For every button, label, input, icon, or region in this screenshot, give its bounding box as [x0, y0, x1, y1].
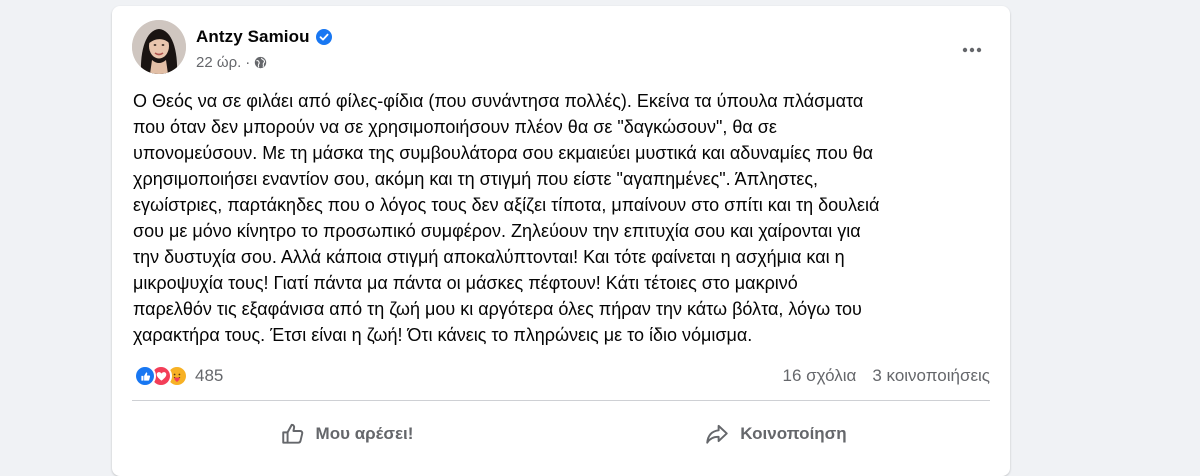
- post-meta: Antzy Samiou 22 ώρ. ·: [196, 26, 332, 71]
- stats-divider: [132, 400, 990, 401]
- author-name[interactable]: Antzy Samiou: [196, 27, 310, 47]
- avatar[interactable]: [132, 20, 186, 74]
- like-button[interactable]: Μου αρέσει!: [132, 408, 561, 460]
- share-button-label: Κοινοποίηση: [740, 424, 847, 443]
- avatar-photo: [132, 20, 186, 74]
- engagement-counts: 16 σχόλια 3 κοινοποιήσεις: [783, 366, 990, 386]
- post-body-text: Ο Θεός να σε φιλάει από φίλες-φίδια (που…: [133, 91, 880, 345]
- post-subline: 22 ώρ. ·: [196, 54, 332, 71]
- post-stats: 485 16 σχόλια 3 κοινοποιήσεις: [134, 362, 990, 390]
- reactions-summary[interactable]: 485: [134, 365, 223, 387]
- post-timestamp[interactable]: 22 ώρ.: [196, 54, 241, 71]
- globe-icon[interactable]: [254, 56, 267, 69]
- thumbs-up-icon: [281, 423, 303, 444]
- post-action-bar: Μου αρέσει! Κοινοποίηση: [132, 408, 990, 460]
- more-options-button[interactable]: [954, 32, 990, 68]
- like-button-label: Μου αρέσει!: [315, 424, 414, 443]
- like-reaction-icon: [134, 365, 156, 387]
- share-arrow-icon: [706, 424, 729, 444]
- post-header: Antzy Samiou 22 ώρ. ·: [132, 20, 332, 74]
- verified-badge-icon: [315, 29, 332, 45]
- separator-dot: ·: [245, 54, 251, 71]
- share-button[interactable]: Κοινοποίηση: [561, 408, 990, 460]
- reaction-count[interactable]: 485: [195, 366, 223, 386]
- comments-count-link[interactable]: 16 σχόλια: [783, 366, 857, 386]
- more-options-icon: [962, 47, 982, 53]
- post-card: Antzy Samiou 22 ώρ. · Ο Θεός να σε φιλάε…: [112, 6, 1010, 476]
- shares-count-link[interactable]: 3 κοινοποιήσεις: [872, 366, 990, 386]
- author-row: Antzy Samiou: [196, 26, 332, 48]
